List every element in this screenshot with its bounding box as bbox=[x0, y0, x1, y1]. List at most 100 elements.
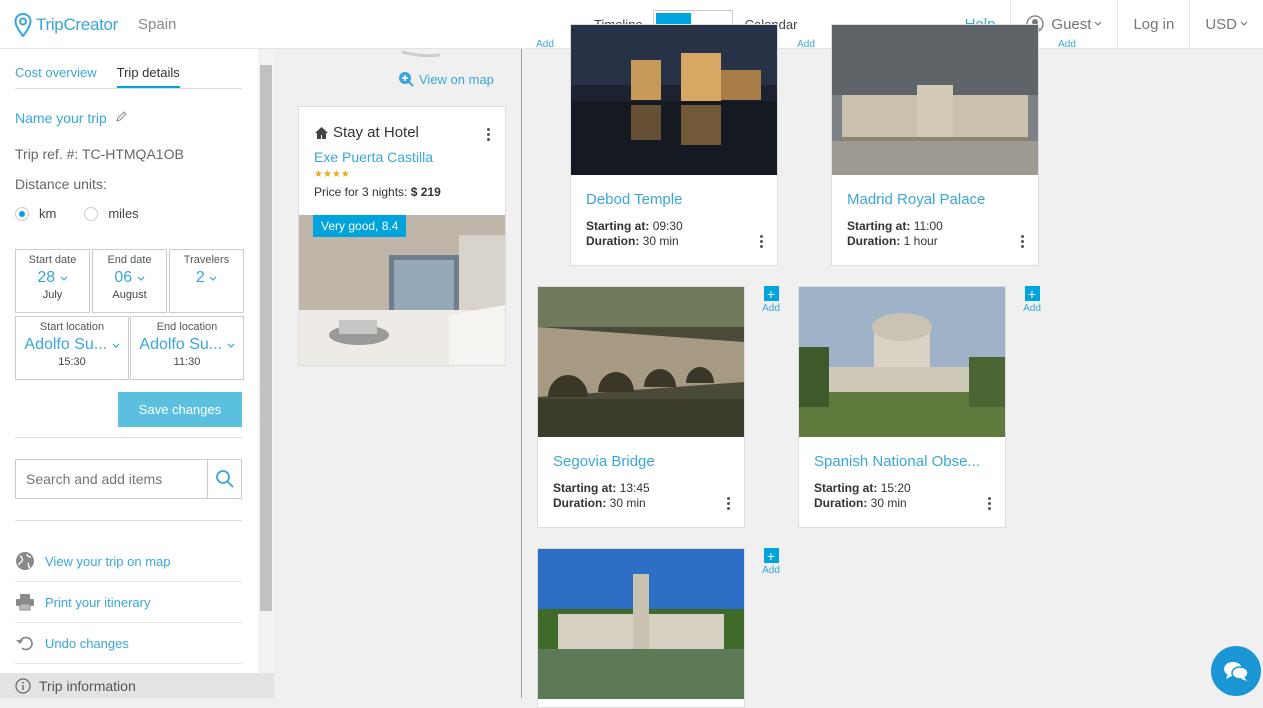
pencil-icon bbox=[115, 111, 127, 122]
search-box bbox=[15, 459, 242, 499]
divider bbox=[15, 437, 242, 438]
start-location-picker[interactable]: Start location Adolfo Su... 15:30 bbox=[15, 316, 129, 380]
add-item-button[interactable]: + Add bbox=[759, 286, 783, 314]
miles-radio[interactable] bbox=[84, 206, 99, 221]
debod-temple-illustration bbox=[571, 25, 777, 175]
start-date-value-row: 28 bbox=[16, 269, 89, 287]
travelers-picker[interactable]: Travelers 2 bbox=[169, 249, 244, 313]
undo-icon bbox=[15, 634, 45, 652]
activity-card[interactable] bbox=[537, 548, 745, 708]
currency-menu[interactable]: USD bbox=[1189, 0, 1263, 48]
hotel-name-link[interactable]: Exe Puerta Castilla bbox=[314, 149, 433, 165]
chat-button[interactable] bbox=[1211, 646, 1261, 696]
end-location-value-row: Adolfo Su... bbox=[131, 336, 243, 354]
tab-cost-overview[interactable]: Cost overview bbox=[15, 65, 97, 88]
trip-name-edit[interactable]: Name your trip bbox=[15, 110, 128, 126]
travelers-value-row: 2 bbox=[170, 269, 243, 287]
add-item-button[interactable]: Add bbox=[794, 37, 818, 55]
start-label: Starting at: bbox=[553, 481, 617, 495]
activity-card[interactable]: Segovia Bridge Starting at: 13:45 Durati… bbox=[537, 286, 745, 528]
activity-menu-icon[interactable] bbox=[725, 497, 731, 510]
duration-value: 30 min bbox=[642, 234, 679, 248]
royal-palace-illustration bbox=[832, 25, 1038, 175]
trip-information-bar[interactable]: Trip information bbox=[0, 673, 274, 698]
start-date-picker[interactable]: Start date 28 July bbox=[15, 249, 90, 313]
activity-photo bbox=[538, 287, 744, 437]
add-item-button[interactable]: + Add bbox=[759, 548, 783, 576]
activity-duration: Duration: 30 min bbox=[586, 234, 679, 248]
end-date-value: 06 bbox=[114, 269, 133, 286]
activity-start: Starting at: 09:30 bbox=[586, 219, 683, 233]
add-item-button[interactable]: Add bbox=[1055, 37, 1079, 55]
save-changes-button[interactable]: Save changes bbox=[118, 392, 242, 427]
view-trip-map-link[interactable]: View your trip on map bbox=[15, 541, 242, 582]
hotel-room-illustration bbox=[299, 215, 505, 365]
activity-photo bbox=[799, 287, 1005, 437]
activity-name[interactable]: Spanish National Obse... bbox=[814, 453, 994, 470]
activity-name[interactable]: Segovia Bridge bbox=[553, 453, 733, 470]
logo[interactable]: TripCreator bbox=[14, 12, 118, 38]
route-fragment bbox=[402, 50, 441, 58]
activity-card[interactable]: Spanish National Obse... Starting at: 15… bbox=[798, 286, 1006, 528]
end-location-picker[interactable]: End location Adolfo Su... 11:30 bbox=[130, 316, 244, 380]
start-date-month: July bbox=[42, 289, 63, 301]
activity-name[interactable]: Madrid Royal Palace bbox=[847, 191, 1027, 208]
activity-menu-icon[interactable] bbox=[1019, 235, 1025, 248]
activity-menu-icon[interactable] bbox=[758, 235, 764, 248]
trip-information-label: Trip information bbox=[39, 677, 136, 694]
view-on-map-link[interactable]: View on map bbox=[398, 71, 494, 87]
start-value: 09:30 bbox=[652, 219, 683, 233]
add-label: Add bbox=[1023, 303, 1041, 314]
activity-duration: Duration: 1 hour bbox=[847, 234, 938, 248]
start-location-value: Adolfo Su... bbox=[24, 336, 108, 353]
chat-bubbles-icon bbox=[1224, 662, 1249, 681]
chevron-down-icon bbox=[227, 343, 235, 348]
trip-locations-grid: Start location Adolfo Su... 15:30 End lo… bbox=[15, 316, 244, 380]
hotel-price-label: Price for 3 nights: bbox=[314, 185, 408, 199]
hotel-title-row: Stay at Hotel bbox=[314, 124, 419, 141]
start-value: 11:00 bbox=[913, 219, 943, 233]
activity-duration: Duration: 30 min bbox=[814, 496, 907, 510]
guest-label: Guest bbox=[1051, 15, 1092, 33]
scrollbar-thumb[interactable] bbox=[260, 65, 272, 611]
start-value: 15:20 bbox=[880, 481, 911, 495]
activity-start: Starting at: 11:00 bbox=[847, 219, 943, 233]
end-location-value: Adolfo Su... bbox=[139, 336, 223, 353]
sidebar-tabs: Cost overview Trip details bbox=[15, 65, 242, 89]
travelers-label: Travelers bbox=[183, 254, 230, 266]
activity-name[interactable]: Debod Temple bbox=[586, 191, 766, 208]
zoom-in-icon bbox=[399, 72, 414, 87]
add-item-button[interactable]: + Add bbox=[1020, 286, 1044, 314]
chevron-down-icon bbox=[1240, 21, 1248, 26]
globe-icon bbox=[15, 551, 45, 571]
add-item-button[interactable]: Add bbox=[533, 37, 557, 55]
printer-icon bbox=[15, 593, 45, 611]
segovia-bridge-illustration bbox=[538, 287, 744, 437]
start-location-value-row: Adolfo Su... bbox=[16, 336, 128, 354]
hotel-menu-icon[interactable] bbox=[485, 128, 491, 141]
end-location-label: End location bbox=[156, 321, 218, 333]
tab-trip-details[interactable]: Trip details bbox=[116, 65, 180, 88]
hotel-card[interactable]: Stay at Hotel Exe Puerta Castilla ★★★★ P… bbox=[298, 106, 506, 366]
search-icon bbox=[215, 470, 234, 488]
activity-start: Starting at: 15:20 bbox=[814, 481, 911, 495]
trip-dates-grid: Start date 28 July End date 06 August Tr… bbox=[15, 249, 244, 313]
activity-menu-icon[interactable] bbox=[986, 497, 992, 510]
brand-name: TripCreator bbox=[36, 15, 119, 34]
search-input[interactable] bbox=[16, 460, 207, 498]
undo-changes-link[interactable]: Undo changes bbox=[15, 623, 242, 664]
km-radio[interactable] bbox=[15, 206, 29, 221]
distance-units-label: Distance units: bbox=[15, 176, 107, 192]
start-label: Starting at: bbox=[586, 219, 650, 233]
print-itinerary-label: Print your itinerary bbox=[45, 594, 151, 610]
search-button[interactable] bbox=[207, 460, 241, 498]
country-label: Spain bbox=[138, 16, 177, 33]
sidebar-scrollbar[interactable] bbox=[258, 49, 274, 673]
activity-card[interactable]: Debod Temple Starting at: 09:30 Duration… bbox=[570, 24, 778, 266]
end-date-picker[interactable]: End date 06 August bbox=[92, 249, 167, 313]
observatory-illustration bbox=[799, 287, 1005, 437]
login-link[interactable]: Log in bbox=[1117, 0, 1189, 48]
print-itinerary-link[interactable]: Print your itinerary bbox=[15, 582, 242, 623]
distance-units-radios: km miles bbox=[15, 206, 139, 221]
activity-card[interactable]: Madrid Royal Palace Starting at: 11:00 D… bbox=[831, 24, 1039, 266]
